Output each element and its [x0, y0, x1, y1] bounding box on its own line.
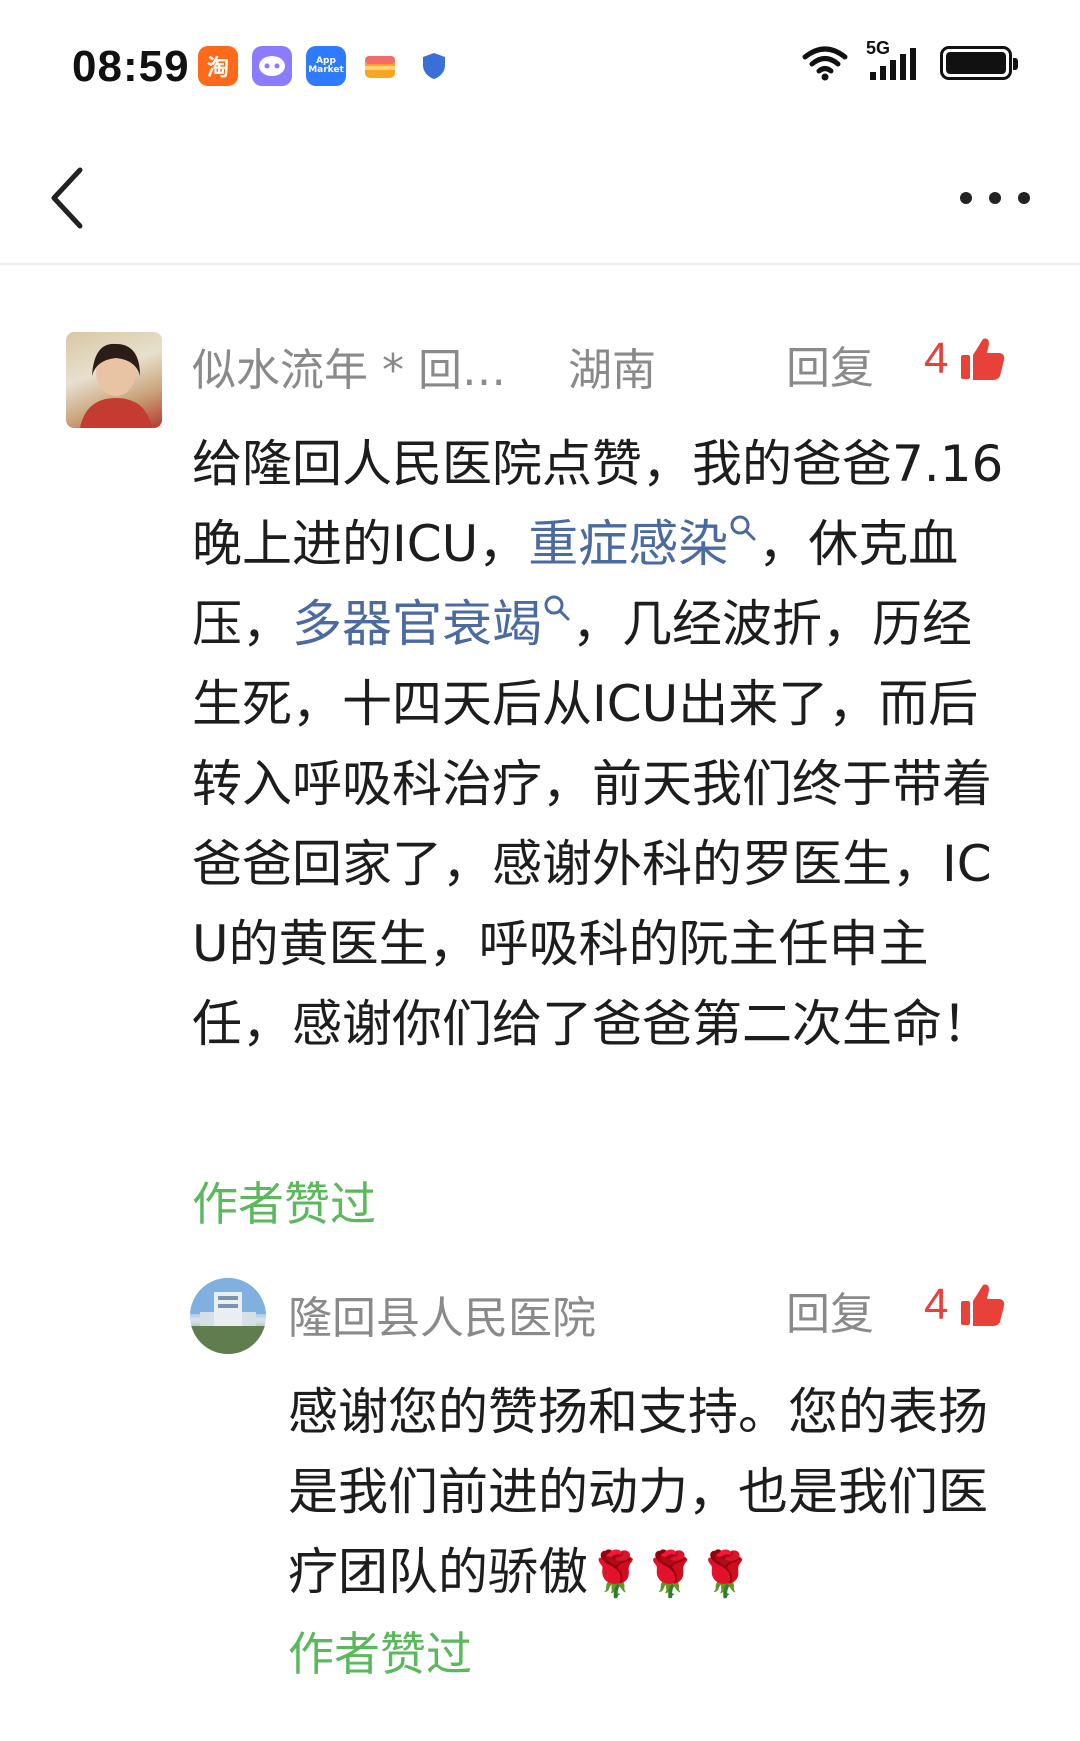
status-bar: 08:59 淘 App Market 5G [0, 0, 1080, 130]
like-count: 4 [924, 334, 949, 383]
app-market-icon: App Market [306, 46, 346, 86]
avatar[interactable] [190, 1278, 266, 1354]
assistant-app-icon [252, 46, 292, 86]
comment-text: 感谢您的赞扬和支持。您的表扬是我们前进的动力，也是我们医疗团队的骄傲🌹🌹🌹 [288, 1372, 1010, 1615]
comment-username[interactable]: 隆回县人民医院 [288, 1282, 596, 1346]
status-time: 08:59 [72, 42, 190, 91]
comment-text: 给隆回人民医院点赞，我的爸爸7.16晚上进的ICU，重症感染 ，休克血压，多器官衰… [192, 424, 1010, 1064]
back-button[interactable] [40, 160, 100, 236]
more-dot [960, 192, 972, 204]
comment-username[interactable]: 似水流年 * 回… [192, 334, 506, 398]
battery-icon [940, 46, 1018, 80]
topic-label: 多器官衰竭 [292, 595, 542, 653]
topic-label: 重症感染 [528, 515, 729, 573]
author-liked-label: 作者赞过 [288, 1627, 472, 1681]
comment-item: 似水流年 * 回… 湖南 回复 4 给隆回人民医院点赞，我的爸爸7.16晚上进的… [0, 332, 1080, 1232]
more-dot [989, 192, 1001, 204]
reply-item: 隆回县人民医院 回复 4 感谢您的赞扬和支持。您的表扬是我们前进的动力，也是我们… [0, 1278, 1080, 1718]
reply-button[interactable]: 回复 [786, 332, 874, 396]
thumbs-up-icon [961, 1284, 1005, 1326]
topic-link[interactable]: 重症感染 [528, 515, 758, 573]
taobao-icon: 淘 [198, 46, 238, 86]
rose-emoji: 🌹🌹🌹 [588, 1549, 753, 1600]
comment-text-part: ，几经波折，历经生死，十四天后从ICU出来了，而后转入呼吸科治疗，前天我们终于带… [192, 595, 992, 1053]
author-liked-label: 作者赞过 [192, 1177, 376, 1231]
cellular-signal-icon: 5G [866, 38, 922, 82]
topic-link[interactable]: 多器官衰竭 [292, 595, 572, 653]
like-count: 4 [924, 1280, 949, 1329]
like-button[interactable]: 4 [924, 1280, 1006, 1330]
more-options-button[interactable] [960, 168, 1030, 228]
wallet-icon [360, 46, 400, 86]
notification-icons: 淘 App Market [198, 46, 454, 86]
search-icon [730, 515, 756, 541]
comment-region: 湖南 [568, 345, 656, 396]
search-icon [544, 595, 570, 621]
thumbs-up-icon [961, 338, 1005, 380]
more-dot [1018, 192, 1030, 204]
shield-icon [414, 46, 454, 86]
chevron-left-icon [51, 167, 83, 229]
system-status: 5G [802, 38, 1018, 82]
reply-button[interactable]: 回复 [786, 1278, 874, 1342]
avatar[interactable] [66, 332, 162, 428]
like-button[interactable]: 4 [924, 334, 1006, 384]
top-nav-bar [0, 130, 1080, 265]
wifi-icon [802, 46, 848, 81]
